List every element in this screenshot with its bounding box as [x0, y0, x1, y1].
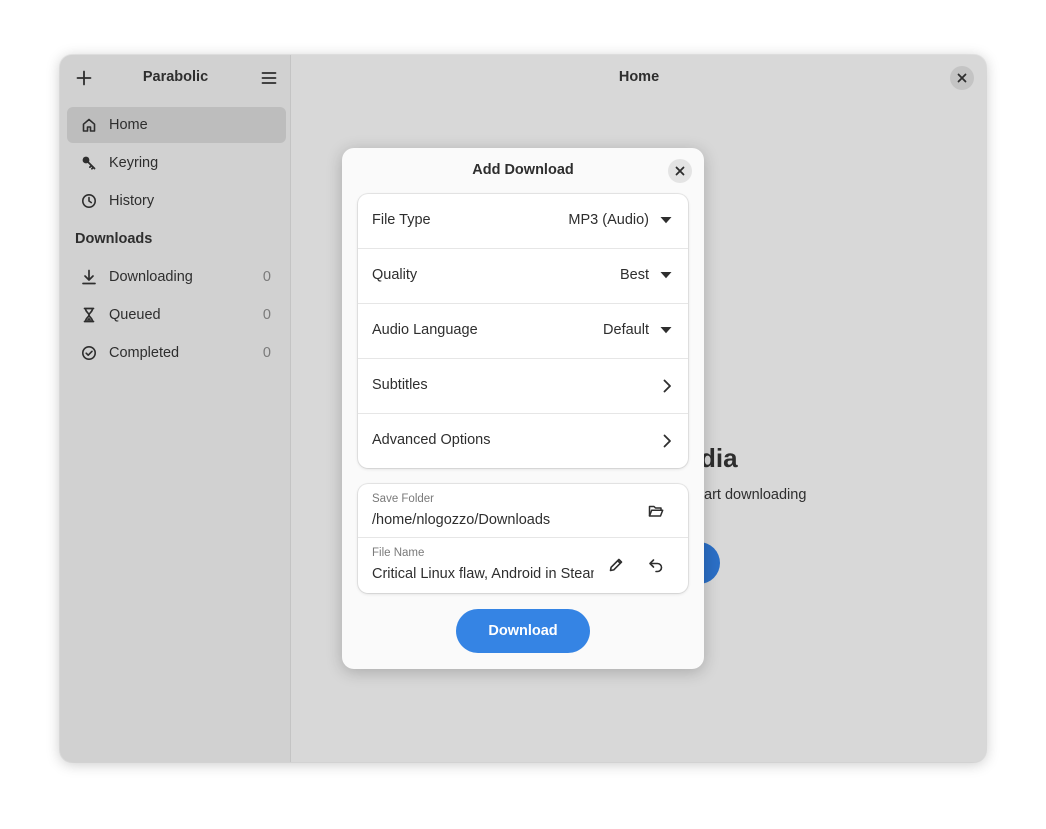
hamburger-menu-icon — [261, 72, 277, 84]
queued-count: 0 — [262, 307, 271, 323]
status-page-title: dia — [700, 443, 738, 473]
hourglass-icon — [80, 306, 98, 324]
dropdown-arrow-icon — [660, 272, 672, 279]
home-icon — [80, 116, 98, 134]
select-folder-button[interactable] — [642, 498, 670, 524]
revert-file-name-button[interactable] — [642, 552, 670, 578]
save-folder-row: Save Folder /home/nlogozzo/Downloads — [358, 484, 688, 538]
sidebar-item-label: Home — [109, 117, 148, 133]
close-icon — [957, 73, 967, 83]
check-circle-icon — [80, 344, 98, 362]
chevron-right-icon — [663, 434, 671, 448]
file-type-dropdown[interactable]: File Type MP3 (Audio) — [358, 194, 688, 249]
sidebar-item-completed[interactable]: Completed 0 — [67, 335, 286, 371]
save-folder-caption: Save Folder — [372, 493, 435, 505]
file-name-caption: File Name — [372, 547, 425, 559]
row-label: Audio Language — [372, 322, 478, 338]
file-name-row[interactable]: File Name Critical Linux flaw, Android i… — [358, 538, 688, 593]
audio-language-dropdown[interactable]: Audio Language Default — [358, 304, 688, 359]
download-options-card: File Type MP3 (Audio) Quality Best Audio… — [358, 194, 688, 468]
row-label: Subtitles — [372, 377, 428, 393]
sidebar-item-label: Keyring — [109, 155, 159, 171]
sidebar-item-queued[interactable]: Queued 0 — [67, 297, 286, 333]
audio-language-value: Default — [603, 322, 649, 338]
quality-value: Best — [619, 267, 649, 283]
sidebar-item-history[interactable]: History — [67, 183, 286, 219]
save-folder-path: /home/nlogozzo/Downloads — [372, 512, 551, 528]
completed-count: 0 — [262, 345, 271, 361]
sidebar: Parabolic Home Keyring History Downloads — [60, 55, 291, 762]
dropdown-arrow-icon — [660, 327, 672, 334]
clock-icon — [80, 192, 98, 210]
download-button[interactable]: Download — [456, 609, 590, 653]
undo-icon — [649, 559, 663, 573]
row-label: File Type — [372, 212, 431, 228]
quality-dropdown[interactable]: Quality Best — [358, 249, 688, 304]
pencil-icon — [609, 558, 623, 572]
main-menu-button[interactable] — [254, 64, 284, 92]
dialog-title: Add Download — [472, 162, 574, 178]
sidebar-item-home[interactable]: Home — [67, 107, 286, 143]
sidebar-item-downloading[interactable]: Downloading 0 — [67, 259, 286, 295]
download-arrow-icon — [80, 268, 98, 286]
folder-open-icon — [648, 505, 664, 517]
page-title: Home — [618, 69, 660, 85]
window-close-button[interactable] — [950, 66, 974, 90]
downloads-section-title: Downloads — [75, 231, 153, 247]
sidebar-item-keyring[interactable]: Keyring — [67, 145, 286, 181]
destination-card: Save Folder /home/nlogozzo/Downloads Fil… — [358, 484, 688, 593]
dropdown-arrow-icon — [660, 217, 672, 224]
close-icon — [675, 166, 685, 176]
sidebar-item-label: Queued — [109, 307, 161, 323]
subtitles-row[interactable]: Subtitles — [358, 359, 688, 414]
key-icon — [80, 154, 98, 172]
file-name-input[interactable]: Critical Linux flaw, Android in Steam — [372, 566, 594, 582]
downloading-count: 0 — [262, 269, 271, 285]
edit-file-name-button[interactable] — [602, 552, 630, 578]
status-page-description: tart downloading — [700, 487, 807, 503]
row-label: Quality — [372, 267, 418, 283]
row-label: Advanced Options — [372, 432, 491, 448]
sidebar-item-label: History — [109, 193, 155, 209]
chevron-right-icon — [663, 379, 671, 393]
add-download-dialog: Add Download File Type MP3 (Audio) Quali… — [342, 148, 704, 669]
file-type-value: MP3 (Audio) — [568, 212, 649, 228]
dialog-close-button[interactable] — [668, 159, 692, 183]
sidebar-header: Parabolic — [60, 55, 291, 101]
sidebar-item-label: Completed — [109, 345, 180, 361]
advanced-options-row[interactable]: Advanced Options — [358, 414, 688, 468]
sidebar-item-label: Downloading — [109, 269, 193, 285]
